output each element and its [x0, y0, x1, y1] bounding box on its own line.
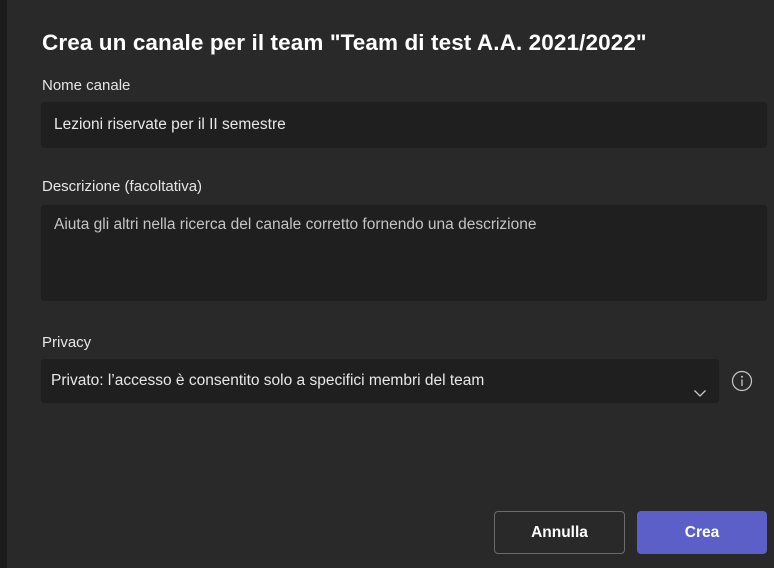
- privacy-select[interactable]: Privato: l’accesso è consentito solo a s…: [41, 359, 719, 403]
- cancel-button[interactable]: Annulla: [494, 511, 625, 554]
- create-button[interactable]: Crea: [637, 511, 767, 554]
- create-channel-dialog: Crea un canale per il team "Team di test…: [7, 0, 774, 568]
- info-icon[interactable]: [731, 370, 753, 392]
- channel-name-label: Nome canale: [42, 77, 131, 94]
- privacy-selected-value: Privato: l’accesso è consentito solo a s…: [51, 372, 485, 389]
- description-textarea[interactable]: Aiuta gli altri nella ricerca del canale…: [41, 205, 767, 301]
- chevron-down-icon: [693, 374, 707, 397]
- dialog-title: Crea un canale per il team "Team di test…: [42, 30, 647, 55]
- privacy-label: Privacy: [42, 334, 92, 351]
- channel-name-input[interactable]: Lezioni riservate per il II semestre: [41, 102, 767, 148]
- description-label: Descrizione (facoltativa): [42, 178, 203, 195]
